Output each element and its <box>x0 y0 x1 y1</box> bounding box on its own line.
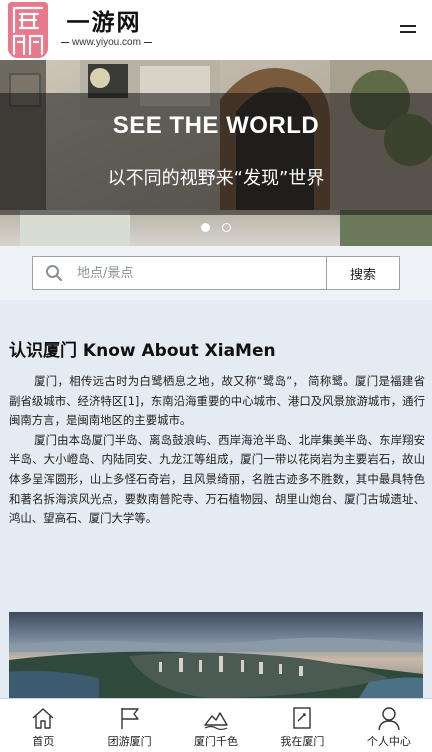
about-title: 认识厦门 Know About XiaMen <box>9 341 276 361</box>
about-paragraph: 厦门由本岛厦门半岛、离岛鼓浪屿、西岸海沧半岛、北岸集美半岛、东岸翔安半岛、大小嶝… <box>9 432 425 526</box>
carousel-dot-1[interactable] <box>201 223 211 232</box>
brand[interactable]: 一游网 www.yiyou.com <box>58 10 150 50</box>
nav-label: 厦门千色 <box>194 735 239 748</box>
brand-name: 一游网 <box>66 10 142 35</box>
app-header: 一游网 www.yiyou.com <box>0 0 432 60</box>
about-body: 厦门，相传远古时为白鹭栖息之地，故又称“鹭岛”， 简称鹭。厦门是福建省副省级城市… <box>9 372 425 529</box>
search-button[interactable]: 搜索 <box>326 257 399 289</box>
search-field[interactable] <box>33 257 326 289</box>
hero-title: SEE THE WORLD <box>112 112 320 139</box>
nav-item-home[interactable]: 首页 <box>0 699 86 752</box>
search-icon <box>46 265 63 282</box>
nav-label: 个人中心 <box>366 735 411 748</box>
nav-label: 首页 <box>32 735 55 748</box>
search-box: 搜索 <box>32 256 400 290</box>
user-icon <box>378 707 400 731</box>
search-input[interactable] <box>77 265 297 281</box>
note-icon <box>293 707 312 729</box>
xiamen-logo-icon[interactable] <box>8 2 48 58</box>
nav-item-in-xiamen[interactable]: 我在厦门 <box>259 699 345 752</box>
xiamen-city-photo[interactable] <box>9 612 423 698</box>
nav-label: 团游厦门 <box>107 735 152 748</box>
nav-item-scenery[interactable]: 厦门千色 <box>173 699 259 752</box>
nav-item-group-tour[interactable]: 团游厦门 <box>86 699 172 752</box>
home-icon <box>32 708 54 729</box>
search-section: 搜索 <box>0 246 432 300</box>
about-paragraph: 厦门，相传远古时为白鹭栖息之地，故又称“鹭岛”， 简称鹭。厦门是福建省副省级城市… <box>9 374 425 428</box>
flag-icon <box>120 708 139 729</box>
carousel-dot-2[interactable] <box>221 223 231 232</box>
menu-icon[interactable] <box>400 25 416 37</box>
brand-url: www.yiyou.com <box>58 36 150 50</box>
hero-banner[interactable]: SEE THE WORLD 以不同的视野来“发现”世界 <box>0 60 432 246</box>
carousel-dots <box>0 217 432 236</box>
nav-label: 我在厦门 <box>280 735 325 748</box>
nav-item-profile[interactable]: 个人中心 <box>346 699 432 752</box>
about-section: 认识厦门 Know About XiaMen 厦门，相传远古时为白鹭栖息之地，故… <box>0 300 432 698</box>
hero-subtitle: 以不同的视野来“发现”世界 <box>107 168 325 189</box>
bottom-nav: 首页 团游厦门 厦门千色 我在厦门 个人中心 <box>0 698 432 752</box>
landscape-icon <box>204 712 228 731</box>
